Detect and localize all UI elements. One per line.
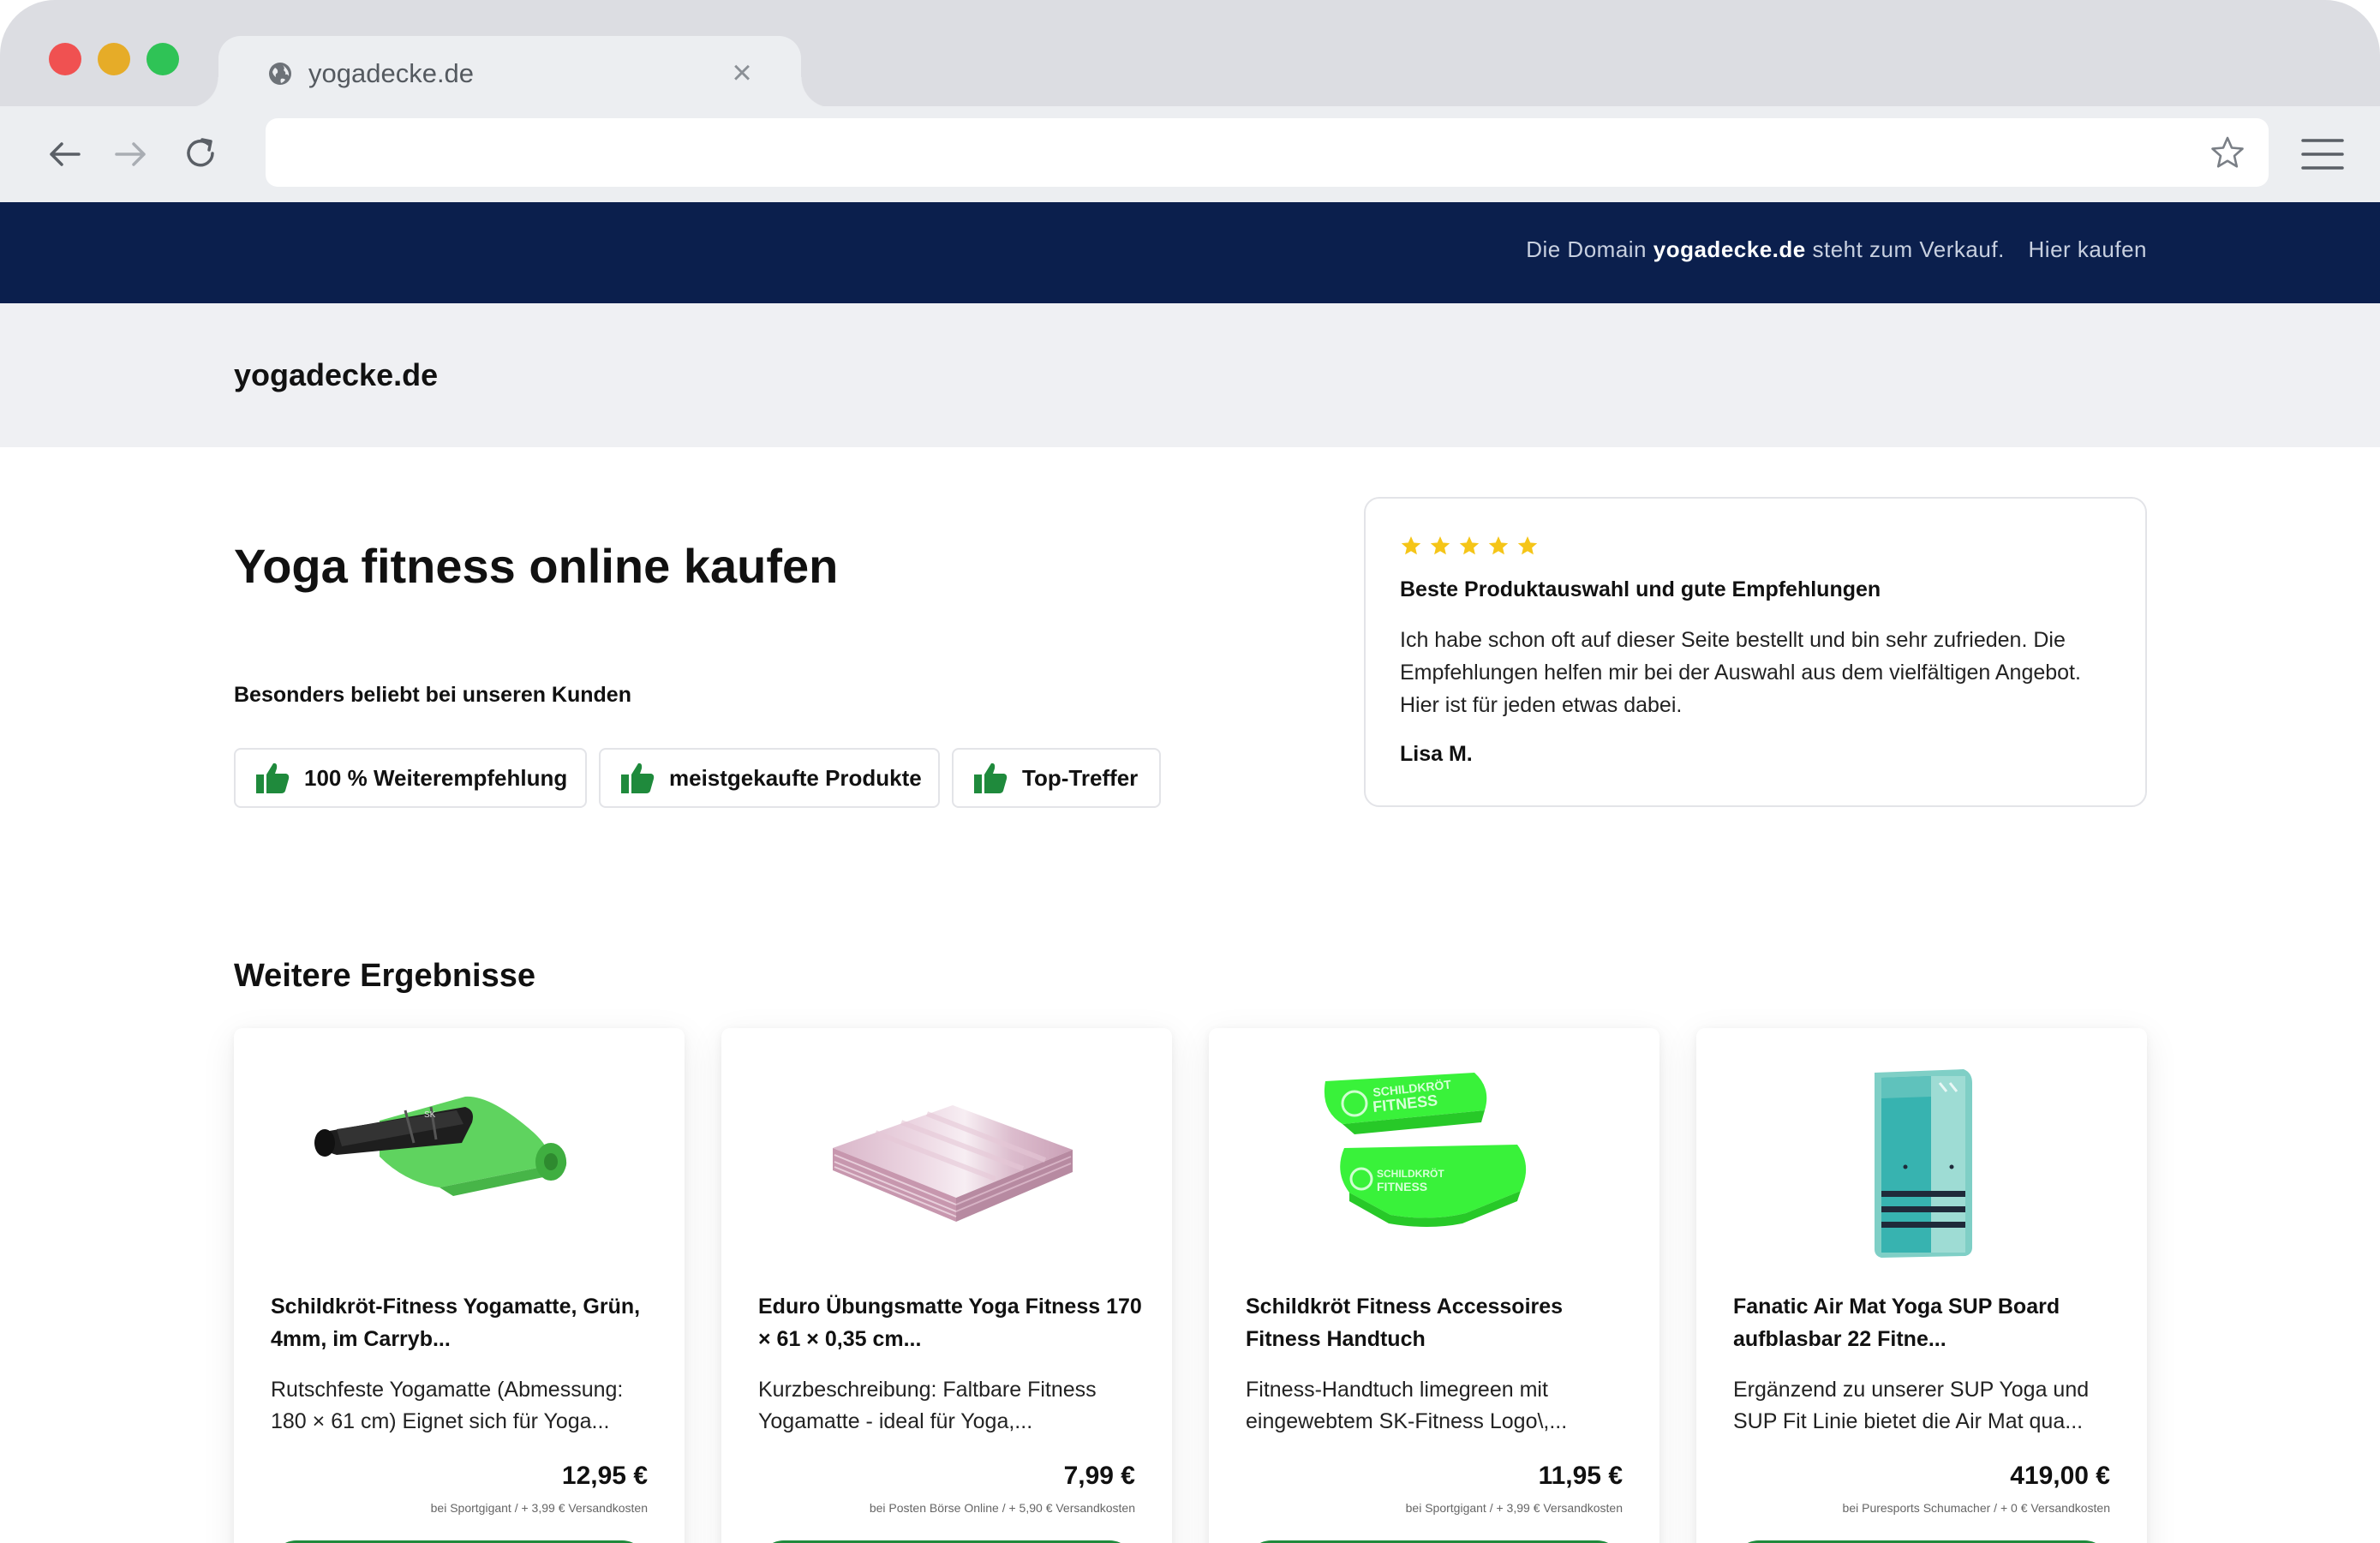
thumbs-up-icon	[256, 763, 290, 793]
site-header: yogadecke.de	[0, 303, 2380, 447]
close-tab-icon[interactable]: ×	[726, 56, 758, 90]
product-title[interactable]: Fanatic Air Mat Yoga SUP Board aufblasba…	[1733, 1290, 2119, 1355]
address-bar[interactable]	[266, 118, 2269, 187]
product-shop-info: bei Puresports Schumacher / + 0 € Versan…	[1842, 1501, 2110, 1515]
product-description: Fitness-Handtuch limegreen mit eingewebt…	[1246, 1378, 1568, 1433]
thumbs-up-icon	[621, 763, 655, 793]
domain-sale-text: Die Domain yogadecke.de steht zum Verkau…	[1526, 236, 2147, 262]
product-card[interactable]: SCHILDKRÖT FITNESS SCHILDKRÖT FITNESS Sc…	[1209, 1028, 1659, 1543]
product-image[interactable]	[773, 1054, 1121, 1259]
arrow-left-icon[interactable]	[41, 130, 89, 178]
arrow-right-icon[interactable]	[106, 130, 154, 178]
minimize-window-button[interactable]	[98, 43, 130, 75]
towel-print: FITNESS	[1377, 1180, 1427, 1193]
badge-recommendation: 100 % Weiterempfehlung	[234, 748, 587, 808]
product-image[interactable]: SK	[285, 1054, 633, 1259]
domain-sale-banner: Die Domain yogadecke.de steht zum Verkau…	[0, 202, 2380, 303]
product-image[interactable]	[1748, 1054, 2096, 1259]
product-title[interactable]: Schildkröt-Fitness Yogamatte, Grün, 4mm,…	[271, 1290, 656, 1355]
star-outline-icon[interactable]	[2209, 134, 2246, 171]
product-shop-info: bei Sportgigant / + 3,99 € Versandkosten	[430, 1501, 648, 1515]
product-description: Ergänzend zu unserer SUP Yoga und SUP Fi…	[1733, 1378, 2090, 1433]
product-description: Rutschfeste Yogamatte (Abmessung: 180 × …	[271, 1378, 624, 1433]
product-card[interactable]: SK Schildkröt-Fitness Yogamatte, Grün, 4…	[234, 1028, 685, 1543]
review-text: Ich habe schon oft auf dieser Seite best…	[1400, 628, 2081, 717]
popular-label: Besonders beliebt bei unseren Kunden	[234, 683, 631, 707]
customer-review-card: Beste Produktauswahl und gute Empfehlung…	[1364, 497, 2147, 807]
review-title: Beste Produktauswahl und gute Empfehlung…	[1400, 577, 1881, 601]
star-icon	[1459, 536, 1480, 555]
towel-print: SCHILDKRÖT	[1377, 1167, 1444, 1180]
product-shop-info: bei Posten Börse Online / + 5,90 € Versa…	[869, 1501, 1135, 1515]
product-card[interactable]: Eduro Übungsmatte Yoga Fitness 170 × 61 …	[721, 1028, 1172, 1543]
buy-domain-link[interactable]: Hier kaufen	[2029, 236, 2147, 262]
product-price: 419,00 €	[2010, 1462, 2110, 1490]
product-price: 12,95 €	[561, 1462, 648, 1490]
product-shop-info: bei Sportgigant / + 3,99 € Versandkosten	[1405, 1501, 1623, 1515]
product-title[interactable]: Schildkröt Fitness Accessoires Fitness H…	[1246, 1290, 1631, 1355]
review-author: Lisa M.	[1400, 742, 1473, 766]
star-rating	[1400, 535, 1539, 557]
star-icon	[1401, 536, 1421, 555]
star-icon	[1488, 536, 1509, 555]
product-card[interactable]: Fanatic Air Mat Yoga SUP Board aufblasba…	[1696, 1028, 2147, 1543]
hamburger-menu-icon[interactable]	[2299, 134, 2346, 175]
domain-name: yogadecke.de	[1653, 236, 1806, 262]
page-title: Yoga fitness online kaufen	[234, 539, 839, 593]
site-logo[interactable]: yogadecke.de	[234, 357, 438, 393]
tab-title: yogadecke.de	[308, 58, 475, 88]
tab-bar: yogadecke.de ×	[0, 0, 2380, 108]
product-image[interactable]: SCHILDKRÖT FITNESS SCHILDKRÖT FITNESS	[1260, 1054, 1608, 1259]
product-description: Kurzbeschreibung: Faltbare Fitness Yogam…	[758, 1378, 1097, 1433]
browser-window: yogadecke.de × Die Domain yogadecke.de s…	[0, 0, 2380, 1543]
badge-top-hit: Top-Treffer	[952, 748, 1161, 808]
thumbs-up-icon	[974, 763, 1008, 793]
browser-tab[interactable]: yogadecke.de ×	[188, 36, 832, 108]
product-price: 7,99 €	[1063, 1462, 1135, 1490]
maximize-window-button[interactable]	[147, 43, 179, 75]
product-price: 11,95 €	[1538, 1462, 1623, 1490]
browser-toolbar	[0, 106, 2380, 202]
star-icon	[1430, 536, 1450, 555]
reload-icon[interactable]	[176, 130, 224, 178]
logo-print: SK	[424, 1110, 436, 1120]
globe-icon	[269, 63, 291, 85]
section-title-results: Weitere Ergebnisse	[234, 958, 536, 994]
product-title[interactable]: Eduro Übungsmatte Yoga Fitness 170 × 61 …	[758, 1290, 1144, 1355]
star-icon	[1517, 536, 1538, 555]
badge-bestsellers: meistgekaufte Produkte	[599, 748, 940, 808]
close-window-button[interactable]	[49, 43, 81, 75]
